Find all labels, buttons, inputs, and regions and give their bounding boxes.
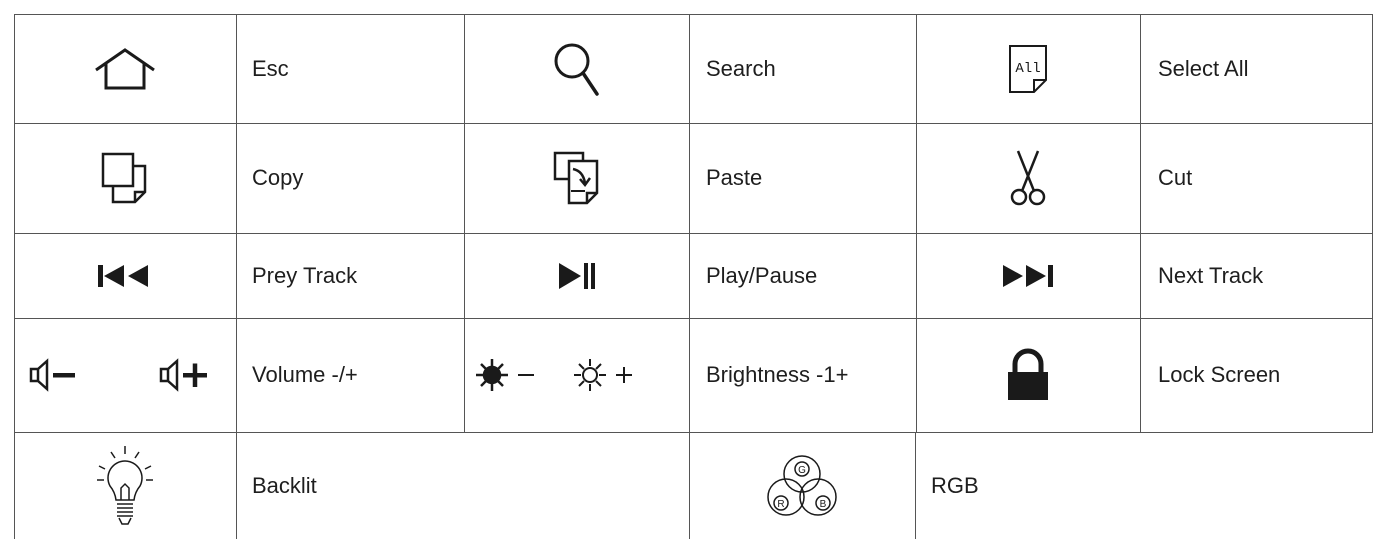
search-icon [464,14,689,123]
function-key-table: Esc Search All Select All Copy Paste Cut… [0,0,1373,539]
select-all-icon: All [916,14,1140,123]
lock-icon [916,318,1140,432]
previous-track-icon [14,233,236,318]
column-divider [915,432,916,539]
key-label: Select All [1158,55,1249,81]
key-label: Play/Pause [706,262,818,288]
scissors-icon [916,123,1140,233]
key-label: Copy [252,165,304,190]
home-icon [14,14,236,123]
key-label: Brightness -1+ [706,362,849,387]
column-divider [236,14,237,539]
rgb-letter-r: R [777,499,784,510]
key-label: Lock Screen [1158,362,1281,387]
brightness-up-icon [573,359,606,391]
key-label: Search [706,55,776,81]
key-label: Paste [706,165,763,190]
key-label: Cut [1158,165,1193,190]
brightness-down-up-icons [464,318,689,432]
next-track-icon [916,233,1140,318]
paste-icon [464,123,689,233]
rgb-circles-icon: G R B [689,432,915,539]
play-pause-icon [464,233,689,318]
column-divider [1140,14,1141,432]
key-label: Next Track [1158,262,1264,288]
volume-up-icon [159,358,179,392]
rgb-letter-g: G [798,465,806,476]
key-label: Prey Track [252,262,358,288]
volume-down-up-icons [14,318,236,432]
key-label: Volume -/+ [252,362,358,387]
copy-icon [14,123,236,233]
brightness-down-icon [475,359,508,391]
key-label: Esc [252,55,289,81]
key-label: RGB [931,472,979,498]
volume-down-icon [29,358,207,392]
key-label: Backlit [252,472,317,498]
select-all-icon-text: All [1015,61,1040,77]
lightbulb-icon [14,432,236,539]
rgb-letter-b: B [820,499,827,510]
